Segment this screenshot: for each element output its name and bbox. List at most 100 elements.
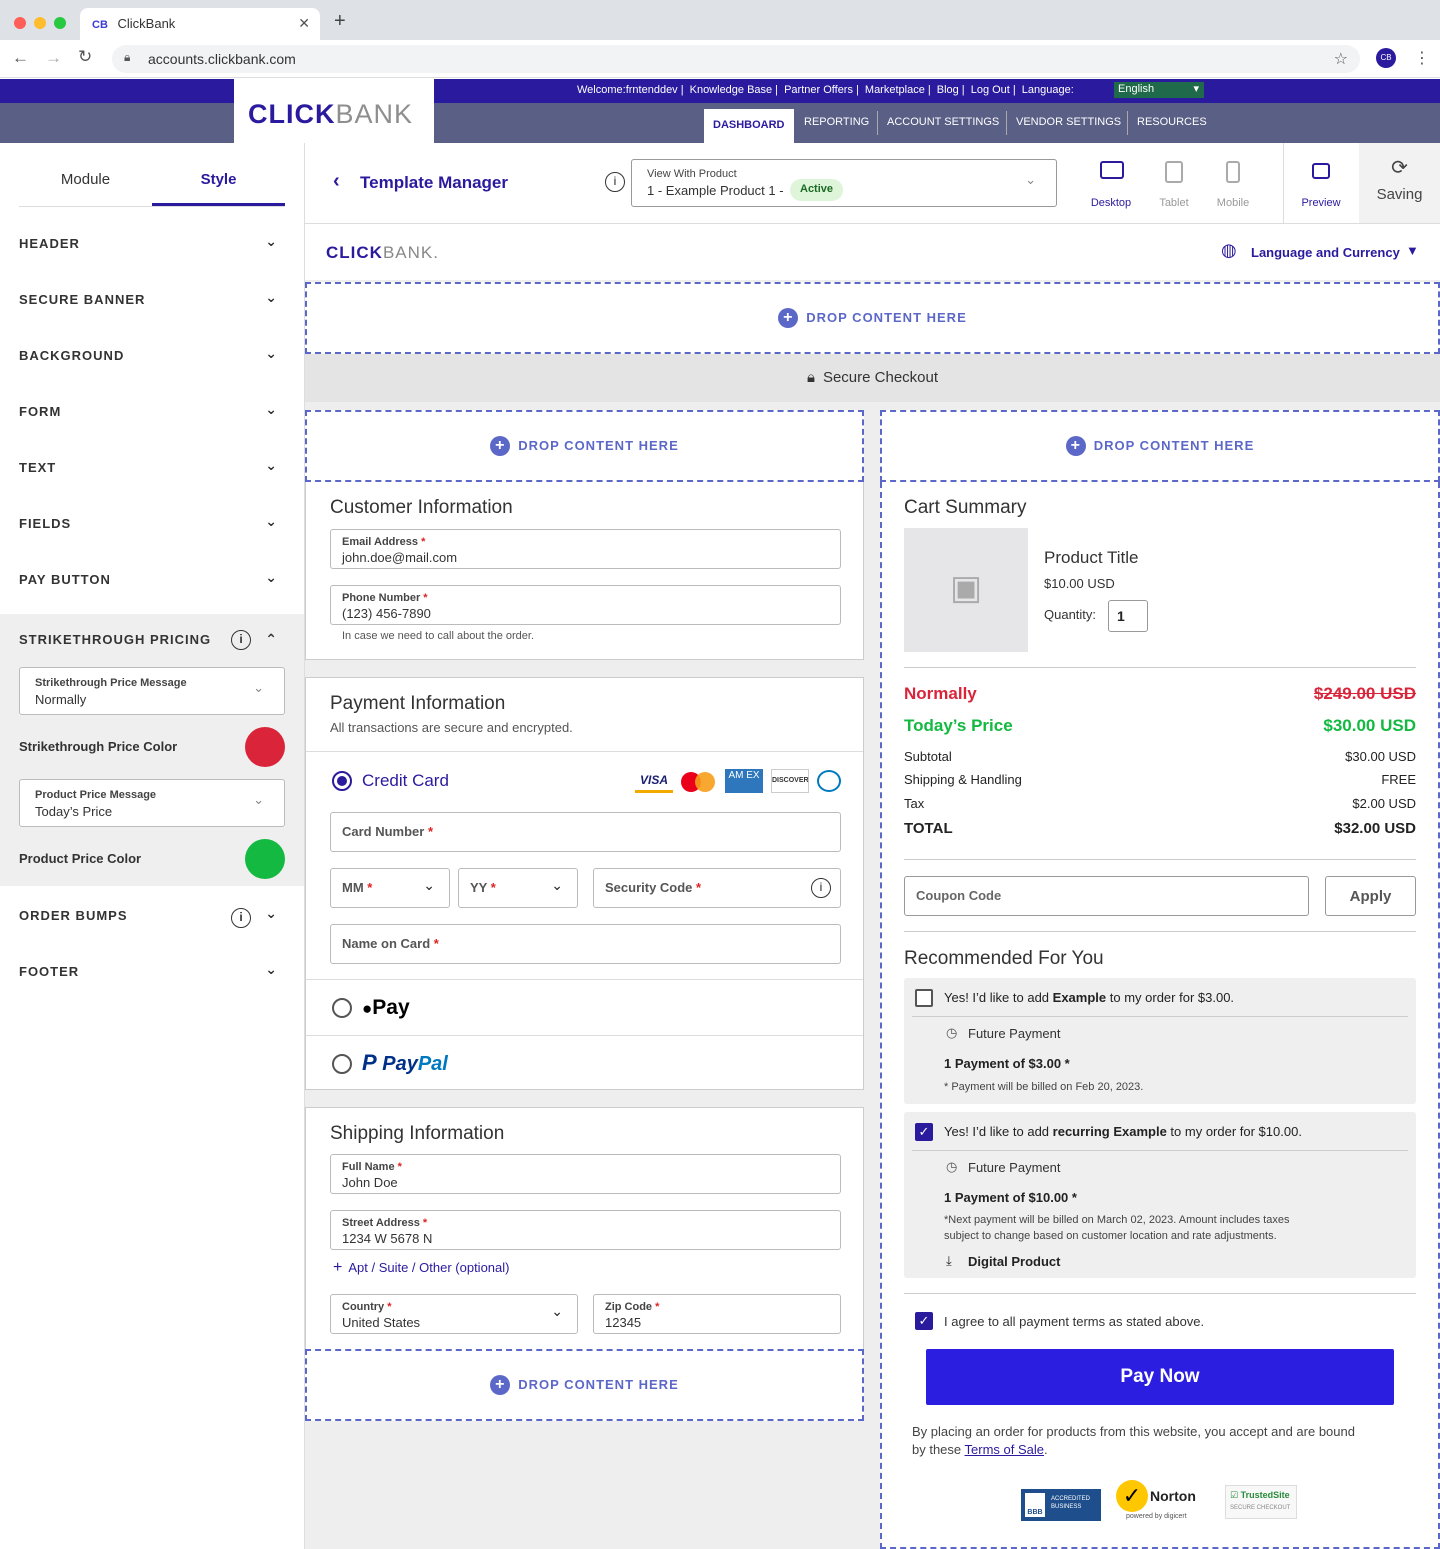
section-background[interactable]: BACKGROUND ⌄ [0,330,304,386]
close-tab-icon[interactable]: ✕ [298,15,310,32]
forward-icon[interactable]: → [45,48,62,68]
marketplace-link[interactable]: Marketplace [865,84,925,96]
section-label: STRIKETHROUGH PRICING [19,632,212,647]
caret-down-icon: ▼ [1406,243,1419,258]
minimize-window-button[interactable] [34,17,46,29]
order-bump-2-checkbox[interactable]: ✓ [915,1123,933,1141]
browser-menu-icon[interactable]: ⋮ [1414,48,1430,68]
strikethrough-message-select[interactable]: Strikethrough Price Message Normally ⌄ [19,667,285,715]
info-icon[interactable]: i [231,630,251,650]
pay-now-button[interactable]: Pay Now [926,1349,1394,1405]
quantity-input[interactable]: 1 [1108,600,1148,632]
drop-zone-top[interactable]: + DROP CONTENT HERE [305,282,1440,354]
info-icon[interactable]: i [811,878,831,898]
security-code-field[interactable]: Security Code * i [593,868,841,908]
url-field[interactable]: 🔒︎ accounts.clickbank.com ☆ [112,45,1360,73]
order-bump-1-checkbox[interactable] [915,989,933,1007]
nav-resources[interactable]: RESOURCES [1127,111,1216,135]
month-select[interactable]: MM * ⌄ [330,868,450,908]
section-footer[interactable]: FOOTER ⌄ [0,946,304,1002]
section-fields[interactable]: FIELDS ⌄ [0,498,304,554]
chevron-down-icon: ⌄ [265,289,278,305]
view-with-product-select[interactable]: View With Product 1 - Example Product 1 … [631,159,1057,207]
zip-code-field[interactable]: Zip Code * 12345 [593,1294,841,1334]
section-label: HEADER [19,236,80,251]
tab-module[interactable]: Module [19,143,152,206]
drop-zone-bottom-left[interactable]: + DROP CONTENT HERE [305,1349,864,1421]
partner-offers-link[interactable]: Partner Offers [784,84,853,96]
browser-tab[interactable]: CB ClickBank ✕ [80,8,320,40]
reload-icon[interactable]: ↻ [78,47,92,67]
apple-pay-radio[interactable] [332,998,352,1018]
field-label: Zip Code * [605,1301,660,1313]
drop-zone-right[interactable]: + DROP CONTENT HERE [880,410,1440,482]
name-on-card-field[interactable]: Name on Card * [330,924,841,964]
new-tab-icon[interactable]: + [334,10,346,33]
drop-label: DROP CONTENT HERE [1093,438,1255,453]
divider [904,859,1416,860]
product-price-message-select[interactable]: Product Price Message Today’s Price ⌄ [19,779,285,827]
year-select[interactable]: YY * ⌄ [458,868,578,908]
section-form[interactable]: FORM ⌄ [0,386,304,442]
order-bump-1: Yes! I’d like to add Example to my order… [904,978,1416,1104]
device-desktop-button[interactable]: Desktop [1080,143,1142,223]
street-label: Street Address [342,1217,420,1229]
device-tablet-button[interactable]: Tablet [1143,143,1205,223]
coupon-code-input[interactable]: Coupon Code [904,876,1309,916]
street-address-field[interactable]: Street Address * 1234 W 5678 N [330,1210,841,1250]
agree-terms-checkbox[interactable]: ✓ [915,1312,933,1330]
nav-vendor-settings[interactable]: VENDOR SETTINGS [1006,111,1130,135]
zip-label: Zip Code [605,1301,653,1313]
device-mobile-button[interactable]: Mobile [1202,143,1264,223]
full-name-label: Full Name [342,1161,395,1173]
bookmark-star-icon[interactable]: ☆ [1334,49,1348,69]
preview-button[interactable]: Preview [1290,143,1352,223]
product-price-color-swatch[interactable] [245,839,285,879]
apply-coupon-button[interactable]: Apply [1325,876,1416,916]
bump-2-note-line2: subject to change based on customer loca… [944,1230,1277,1242]
divider [306,751,863,752]
maximize-window-button[interactable] [54,17,66,29]
norton-badge: ✓ Norton powered by digicert [1116,1478,1206,1524]
product-price-color-label: Product Price Color [19,851,142,866]
logout-link[interactable]: Log Out [971,84,1010,96]
paypal-radio[interactable] [332,1054,352,1074]
section-text[interactable]: TEXT ⌄ [0,442,304,498]
nav-reporting[interactable]: REPORTING [795,111,878,135]
phone-field[interactable]: Phone Number * (123) 456-7890 [330,585,841,625]
chevron-down-icon: ⌄ [265,401,278,417]
nav-account-settings[interactable]: ACCOUNT SETTINGS [877,111,1008,135]
email-field[interactable]: Email Address * john.doe@mail.com [330,529,841,569]
section-strikethrough-pricing[interactable]: STRIKETHROUGH PRICING i ⌃ [0,614,304,670]
strikethrough-color-swatch[interactable] [245,727,285,767]
back-chevron-icon[interactable]: ‹ [333,170,340,193]
clock-icon: ◷ [946,1159,958,1174]
language-currency-button[interactable]: Language and Currency [1251,245,1400,260]
info-icon[interactable]: i [605,172,625,192]
tab-style[interactable]: Style [152,143,285,206]
card-number-field[interactable]: Card Number * [330,812,841,852]
nav-dashboard[interactable]: DASHBOARD [704,109,794,143]
section-pay-button[interactable]: PAY BUTTON ⌄ [0,554,304,610]
knowledge-base-link[interactable]: Knowledge Base [690,84,773,96]
section-secure-banner[interactable]: SECURE BANNER ⌄ [0,274,304,330]
info-icon[interactable]: i [231,908,251,928]
blog-link[interactable]: Blog [937,84,959,96]
credit-card-radio[interactable] [332,771,352,791]
section-order-bumps[interactable]: ORDER BUMPS i ⌄ [0,890,304,946]
profile-avatar[interactable]: CB [1376,48,1396,68]
product-image-placeholder: ▣ [904,528,1028,652]
language-select[interactable]: English ▾ [1114,82,1204,98]
security-code-label: Security Code [605,880,693,895]
section-header[interactable]: HEADER ⌄ [0,218,304,274]
drop-zone-left[interactable]: + DROP CONTENT HERE [305,410,864,482]
clickbank-logo[interactable]: CLICKBANK [234,79,434,143]
close-window-button[interactable] [14,17,26,29]
apt-link-label: Apt / Suite / Other (optional) [348,1260,510,1275]
language-value: English [1118,83,1155,95]
add-apt-link[interactable]: + Apt / Suite / Other (optional) [333,1259,509,1277]
back-icon[interactable]: ← [12,48,29,68]
full-name-field[interactable]: Full Name * John Doe [330,1154,841,1194]
country-select[interactable]: Country * United States ⌄ [330,1294,578,1334]
terms-of-sale-link[interactable]: Terms of Sale [965,1442,1044,1457]
